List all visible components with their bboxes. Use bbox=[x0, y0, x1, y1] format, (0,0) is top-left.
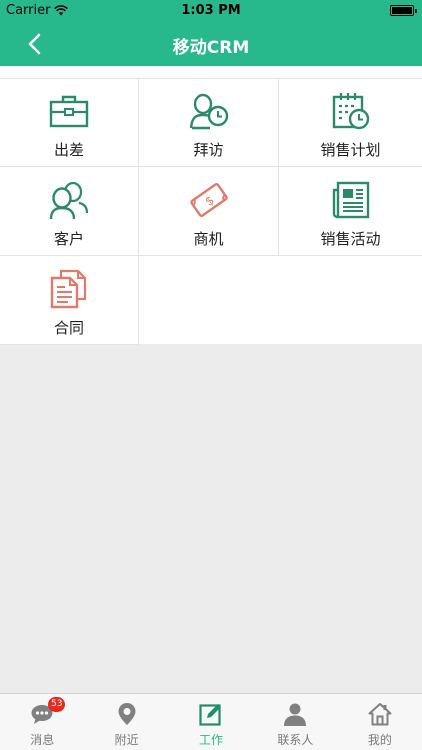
briefcase-icon bbox=[47, 89, 91, 133]
documents-icon bbox=[47, 267, 91, 311]
status-bar: Carrier 1:03 PM bbox=[0, 0, 422, 22]
person-icon bbox=[282, 701, 308, 727]
visit-clock-icon bbox=[187, 89, 231, 133]
location-pin-icon bbox=[114, 701, 140, 727]
grid-item-opportunity[interactable]: $ 商机 bbox=[139, 167, 279, 256]
function-grid: 出差 拜访 销售计划 客户 $ 商机 销售活动 合同 bbox=[0, 78, 422, 345]
tab-work[interactable]: 工作 bbox=[169, 694, 253, 750]
grid-item-sales-activity[interactable]: 销售活动 bbox=[279, 167, 422, 256]
status-time: 1:03 PM bbox=[181, 3, 241, 18]
grid-item-label: 客户 bbox=[53, 230, 84, 248]
edit-icon bbox=[198, 701, 224, 727]
grid-top-spacer bbox=[0, 66, 422, 78]
tab-contacts[interactable]: 联系人 bbox=[253, 694, 337, 750]
tab-bar: 53 消息 附近 工作 联系人 我的 bbox=[0, 693, 422, 750]
grid-item-label: 出差 bbox=[53, 141, 84, 159]
home-icon bbox=[367, 701, 393, 727]
grid-item-label: 商机 bbox=[193, 230, 224, 248]
grid-item-visit[interactable]: 拜访 bbox=[139, 78, 279, 167]
app-header: Carrier 1:03 PM 移动CRM bbox=[0, 0, 422, 66]
tab-label: 联系人 bbox=[277, 733, 314, 747]
tab-label: 我的 bbox=[367, 733, 392, 747]
tab-label: 工作 bbox=[199, 733, 224, 747]
money-icon: $ bbox=[187, 178, 231, 222]
grid-item-customers[interactable]: 客户 bbox=[0, 167, 139, 256]
calendar-clock-icon bbox=[329, 89, 373, 133]
tab-mine[interactable]: 我的 bbox=[338, 694, 422, 750]
grid-item-label: 合同 bbox=[53, 319, 84, 337]
grid-item-label: 销售活动 bbox=[320, 230, 381, 248]
grid-item-business-trip[interactable]: 出差 bbox=[0, 78, 139, 167]
battery-icon bbox=[390, 5, 417, 16]
tab-nearby[interactable]: 附近 bbox=[84, 694, 168, 750]
grid-item-sales-plan[interactable]: 销售计划 bbox=[279, 78, 422, 167]
unread-badge: 53 bbox=[48, 697, 66, 712]
nav-bar: 移动CRM bbox=[0, 22, 422, 66]
page-title: 移动CRM bbox=[172, 38, 250, 58]
customers-icon bbox=[47, 178, 91, 222]
grid-item-label: 拜访 bbox=[193, 141, 224, 159]
grid-divider bbox=[0, 78, 422, 79]
grid-item-contract[interactable]: 合同 bbox=[0, 256, 139, 345]
tab-messages[interactable]: 53 消息 bbox=[0, 694, 84, 750]
tab-label: 附近 bbox=[114, 733, 139, 747]
newspaper-icon bbox=[329, 178, 373, 222]
tab-label: 消息 bbox=[30, 733, 55, 747]
grid-item-label: 销售计划 bbox=[320, 141, 381, 159]
